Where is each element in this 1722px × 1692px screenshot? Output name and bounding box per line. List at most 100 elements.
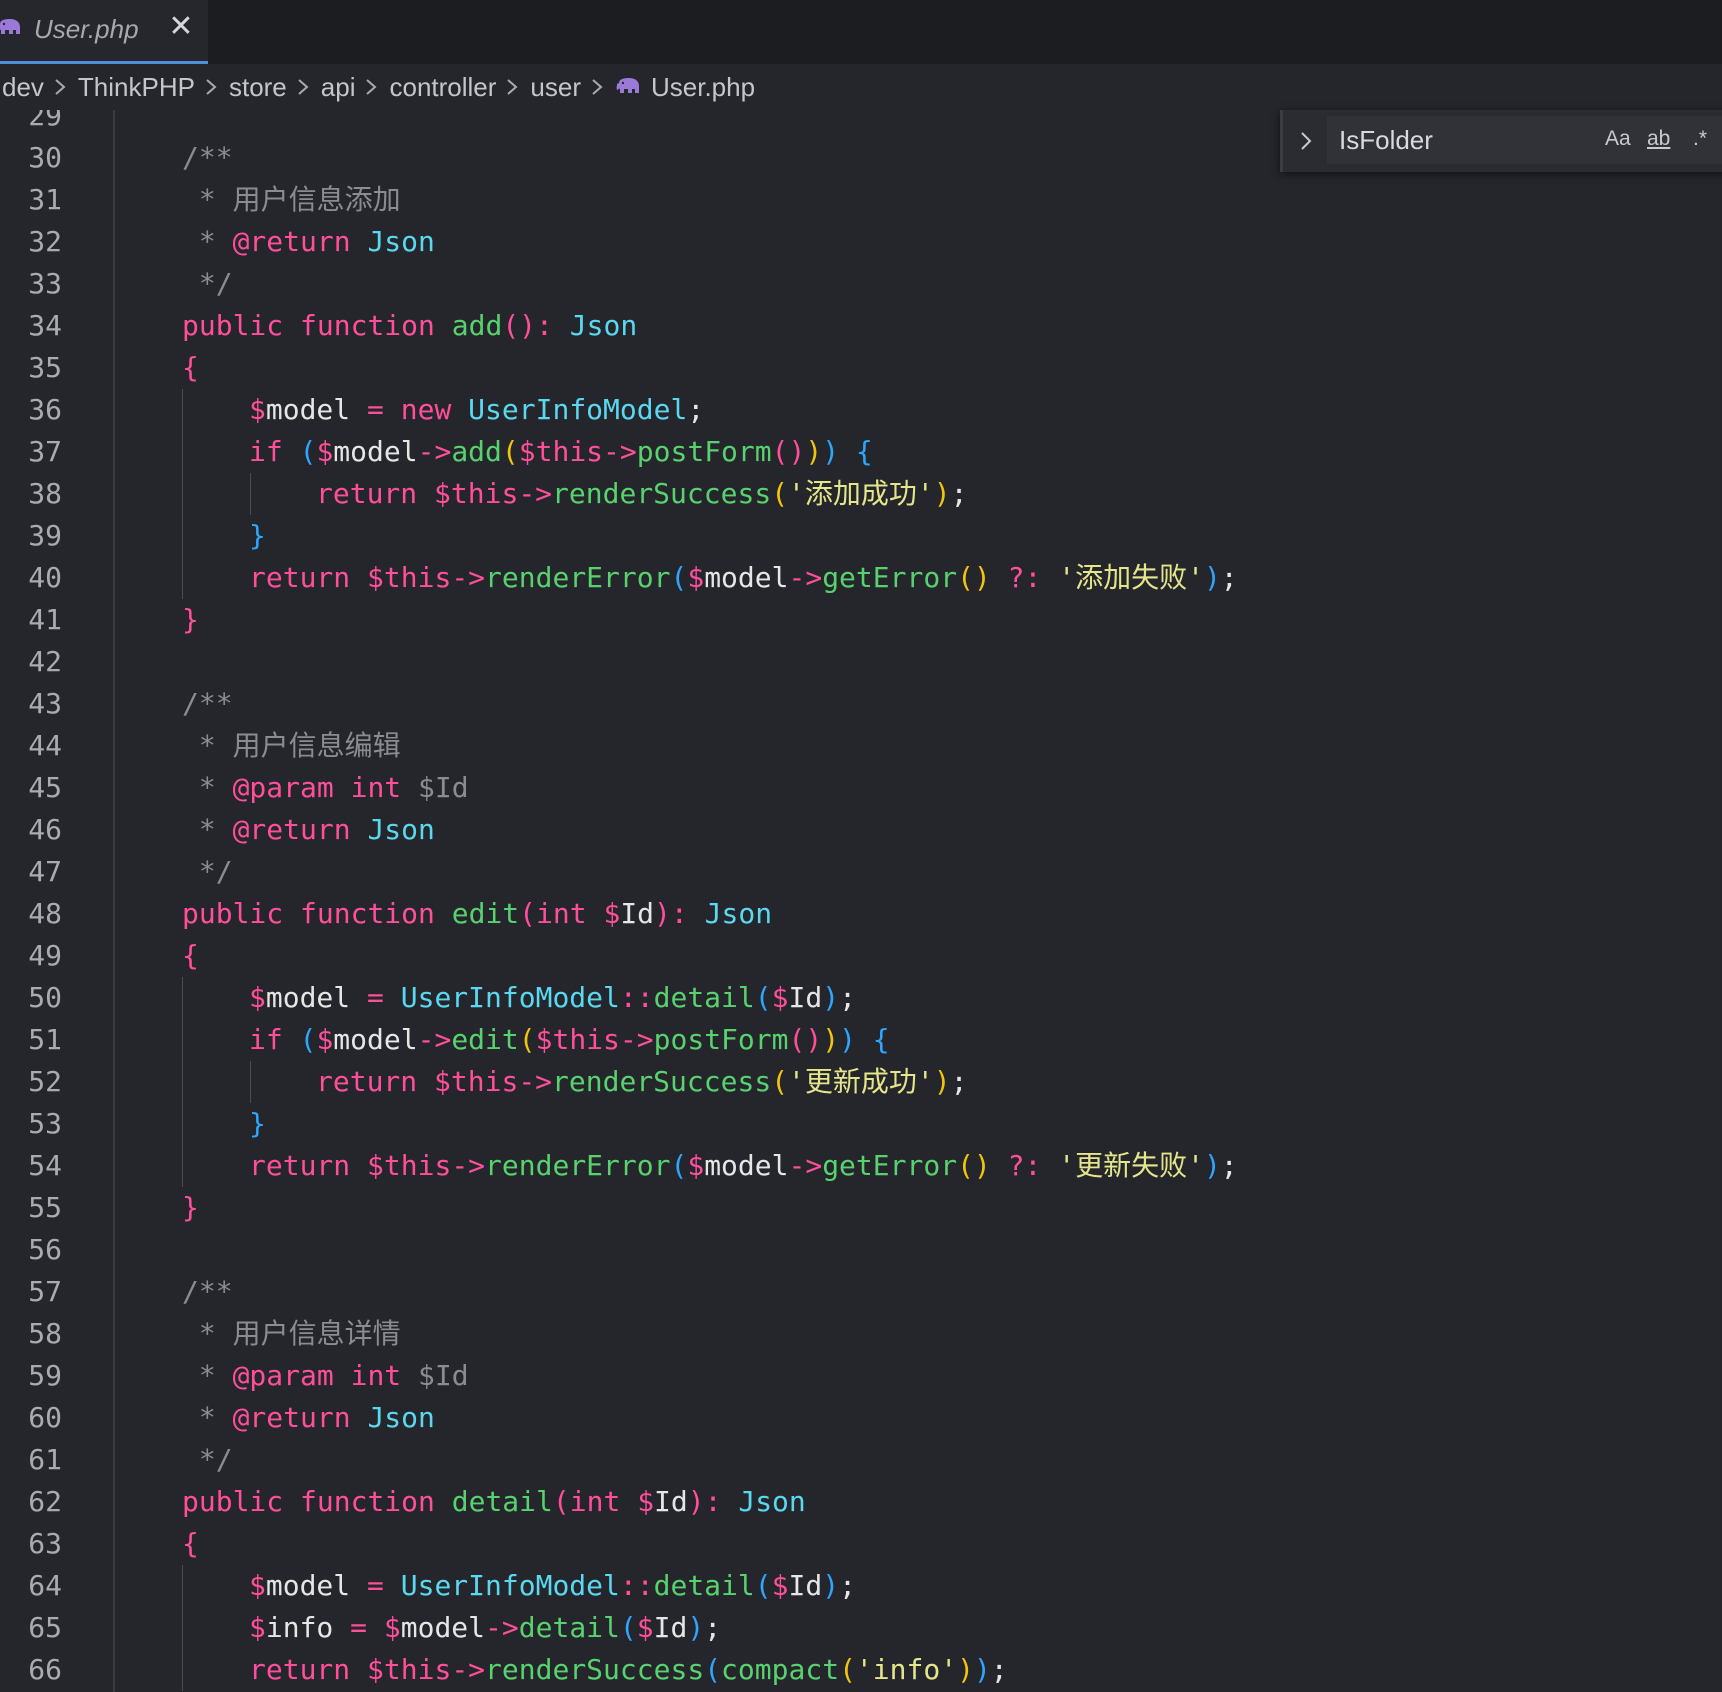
code-text: } bbox=[182, 1103, 266, 1145]
close-icon[interactable]: ✕ bbox=[166, 12, 196, 42]
code-token: $this bbox=[434, 1065, 519, 1098]
line-number: 51 bbox=[28, 1023, 62, 1056]
code-line[interactable]: 56 bbox=[0, 1229, 1722, 1271]
breadcrumb-item-controller[interactable]: controller bbox=[389, 72, 496, 103]
code-token: ( bbox=[670, 561, 688, 594]
code-line[interactable]: 53} bbox=[0, 1103, 1722, 1145]
regex-button[interactable]: .* bbox=[1693, 124, 1707, 154]
breadcrumb-item-store[interactable]: store bbox=[229, 72, 287, 103]
code-line[interactable]: 63 { bbox=[0, 1523, 1722, 1565]
code-token: if bbox=[249, 1023, 283, 1056]
breadcrumb-item-thinkphp[interactable]: ThinkPHP bbox=[78, 72, 195, 103]
code-token: 'info' bbox=[855, 1653, 958, 1686]
code-token: detail bbox=[518, 1611, 620, 1644]
code-line[interactable]: 43 /** bbox=[0, 683, 1722, 725]
code-token: return bbox=[249, 561, 351, 594]
code-line[interactable]: 52 return $this->renderSuccess('更新成功'); bbox=[0, 1061, 1722, 1103]
code-line[interactable]: 31 * 用户信息添加 bbox=[0, 179, 1722, 221]
code-line[interactable]: 65 $info = $model->detail($Id); bbox=[0, 1607, 1722, 1649]
code-text: public function edit(int $Id): Json bbox=[182, 893, 772, 935]
tab-user-php[interactable]: User.php ✕ bbox=[0, 0, 208, 64]
code-text: if ($model->add($this->postForm())) { bbox=[182, 431, 873, 473]
code-text: } bbox=[182, 515, 266, 557]
code-line[interactable]: 39} bbox=[0, 515, 1722, 557]
breadcrumb-item-file[interactable]: User.php bbox=[651, 72, 755, 103]
code-line[interactable]: 42 bbox=[0, 641, 1722, 683]
code-line[interactable]: 64 $model = UserInfoModel::detail($Id); bbox=[0, 1565, 1722, 1607]
code-token: ) bbox=[957, 1653, 974, 1686]
code-line[interactable]: 61 */ bbox=[0, 1439, 1722, 1481]
code-line[interactable]: 41} bbox=[0, 599, 1722, 641]
code-line[interactable]: 66 return $this->renderSuccess(compact('i… bbox=[0, 1649, 1722, 1691]
code-line[interactable]: 45 * @param int $Id bbox=[0, 767, 1722, 809]
code-line[interactable]: 51 if ($model->edit($this->postForm())) { bbox=[0, 1019, 1722, 1061]
code-line[interactable]: 40 return $this->renderError($model->getE… bbox=[0, 557, 1722, 599]
code-line[interactable]: 57 /** bbox=[0, 1271, 1722, 1313]
whole-word-button[interactable]: ab bbox=[1647, 124, 1670, 154]
code-token: ; bbox=[687, 393, 705, 426]
code-text: public function detail(int $Id): Json bbox=[182, 1481, 806, 1523]
code-line[interactable]: 33 */ bbox=[0, 263, 1722, 305]
line-number: 32 bbox=[28, 225, 62, 258]
code-line[interactable]: 59 * @param int $Id bbox=[0, 1355, 1722, 1397]
code-line[interactable]: 44 * 用户信息编辑 bbox=[0, 725, 1722, 767]
match-case-button[interactable]: Aa bbox=[1605, 124, 1631, 154]
code-token: public bbox=[182, 1485, 284, 1518]
line-number: 48 bbox=[28, 897, 62, 930]
code-line[interactable]: 54 return $this->renderError($model->getE… bbox=[0, 1145, 1722, 1187]
code-token: return bbox=[316, 477, 418, 510]
code-token: int bbox=[536, 897, 587, 930]
line-number: 50 bbox=[28, 981, 62, 1014]
code-line[interactable]: 46 * @return Json bbox=[0, 809, 1722, 851]
code-line[interactable]: 49 { bbox=[0, 935, 1722, 977]
code-token: UserInfoModel bbox=[400, 981, 620, 1014]
code-token: $this bbox=[367, 1653, 452, 1686]
breadcrumb-item-user[interactable]: user bbox=[530, 72, 581, 103]
code-line[interactable]: 34 public function add(): Json bbox=[0, 305, 1722, 347]
code-token: model bbox=[265, 981, 351, 1014]
code-token: /** bbox=[182, 1275, 233, 1308]
code-token: detail bbox=[653, 981, 755, 1014]
code-line[interactable]: 58 * 用户信息详情 bbox=[0, 1313, 1722, 1355]
gutter-divider bbox=[113, 347, 115, 389]
code-token: '更新失败' bbox=[1058, 1149, 1204, 1182]
code-token: Id bbox=[620, 897, 655, 930]
breadcrumb-item-api[interactable]: api bbox=[321, 72, 356, 103]
code-line[interactable]: 50 $model = UserInfoModel::detail($Id); bbox=[0, 977, 1722, 1019]
code-token: '添加成功' bbox=[788, 477, 934, 510]
code-line[interactable]: 55} bbox=[0, 1187, 1722, 1229]
code-token: () bbox=[957, 561, 991, 594]
tab-label: User.php bbox=[34, 14, 139, 44]
code-text: } bbox=[182, 599, 199, 641]
breadcrumb-item-dev[interactable]: dev bbox=[2, 72, 44, 103]
code-line[interactable]: 60 * @return Json bbox=[0, 1397, 1722, 1439]
line-number: 43 bbox=[28, 687, 62, 720]
code-text: */ bbox=[182, 263, 233, 305]
code-line[interactable]: 36 $model = new UserInfoModel; bbox=[0, 389, 1722, 431]
code-line[interactable]: 37 if ($model->add($this->postForm())) { bbox=[0, 431, 1722, 473]
code-token: */ bbox=[182, 855, 233, 888]
code-editor[interactable]: 29 30/** 31 * 用户信息添加 32 * @return Json 33 */… bbox=[0, 110, 1722, 1692]
code-token: $ bbox=[249, 1611, 266, 1644]
code-token: @return bbox=[232, 813, 351, 846]
code-token: */ bbox=[182, 267, 233, 300]
code-token: Json bbox=[738, 1485, 806, 1518]
code-token: ( bbox=[518, 1023, 536, 1056]
code-line[interactable]: 48 public function edit(int $Id): Json bbox=[0, 893, 1722, 935]
code-token: * bbox=[182, 1359, 233, 1392]
code-line[interactable]: 47 */ bbox=[0, 851, 1722, 893]
line-number: 37 bbox=[28, 435, 62, 468]
code-line[interactable]: 32 * @return Json bbox=[0, 221, 1722, 263]
gutter-divider bbox=[113, 1355, 115, 1397]
code-line[interactable]: 62 public function detail(int $Id): Json bbox=[0, 1481, 1722, 1523]
chevron-right-icon[interactable] bbox=[1297, 128, 1315, 154]
code-line[interactable]: 38 return $this->renderSuccess('添加成功'); bbox=[0, 473, 1722, 515]
code-line[interactable]: 35 { bbox=[0, 347, 1722, 389]
code-text: * @param int $Id bbox=[182, 767, 469, 809]
